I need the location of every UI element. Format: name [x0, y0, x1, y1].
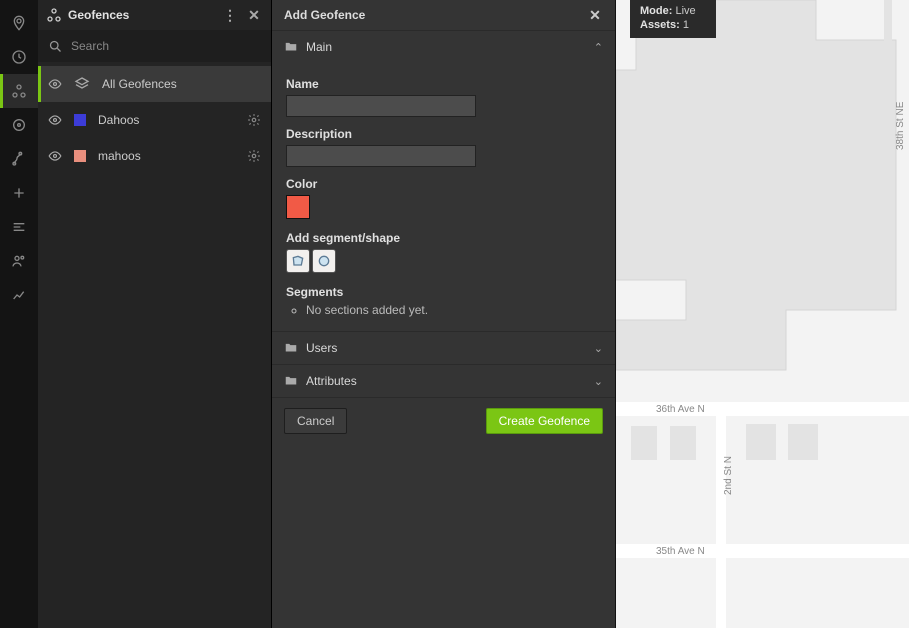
form-close-icon[interactable]: ✕: [587, 7, 603, 24]
add-geofence-panel: Add Geofence ✕ Main ⌃ Name Description C…: [272, 0, 616, 628]
swatch-icon: [74, 150, 86, 162]
form-header: Add Geofence ✕: [272, 0, 615, 30]
section-main-label: Main: [306, 40, 586, 54]
cancel-button[interactable]: Cancel: [284, 408, 347, 434]
mode-label: Mode:: [640, 5, 672, 17]
section-attributes: Attributes ⌄: [272, 364, 615, 397]
label-name: Name: [286, 77, 601, 91]
list-item-label: Dahoos: [98, 113, 235, 127]
folder-icon: [284, 341, 298, 355]
label-description: Description: [286, 127, 601, 141]
geofences-header-icon: [46, 7, 62, 23]
map-svg: [616, 0, 909, 628]
visibility-icon[interactable]: [48, 113, 62, 127]
road-label-36th: 36th Ave N: [656, 404, 705, 415]
section-main-header[interactable]: Main ⌃: [272, 31, 615, 63]
form-title: Add Geofence: [284, 8, 587, 22]
map-canvas[interactable]: Mode: Live Assets: 1 36th Ave N 35th Ave…: [616, 0, 909, 628]
mode-value: Live: [675, 5, 695, 17]
rail-users-icon[interactable]: [0, 244, 38, 278]
rail-history-icon[interactable]: [0, 40, 38, 74]
geofences-sidebar: Geofences ⋮ ✕ All Geofences Dahoos: [38, 0, 272, 628]
create-geofence-button[interactable]: Create Geofence: [486, 408, 603, 434]
rail-target-icon[interactable]: [0, 108, 38, 142]
rail-geofences-icon[interactable]: [0, 74, 38, 108]
list-item-label: All Geofences: [102, 77, 261, 91]
road-label-35th: 35th Ave N: [656, 546, 705, 557]
nav-rail: [0, 0, 38, 628]
list-item-all-geofences[interactable]: All Geofences: [38, 66, 271, 102]
polygon-icon: [290, 253, 306, 269]
rail-pin-icon[interactable]: [0, 6, 38, 40]
list-item-label: mahoos: [98, 149, 235, 163]
form-footer: Cancel Create Geofence: [272, 397, 615, 444]
gear-icon[interactable]: [247, 149, 261, 163]
visibility-icon[interactable]: [48, 77, 62, 91]
folder-icon: [284, 374, 298, 388]
sidebar-title: Geofences: [68, 8, 215, 22]
app-root: Geofences ⋮ ✕ All Geofences Dahoos: [0, 0, 909, 628]
section-users: Users ⌄: [272, 331, 615, 364]
map-status-overlay: Mode: Live Assets: 1: [630, 0, 716, 38]
chevron-down-icon: ⌄: [594, 342, 603, 355]
chevron-down-icon: ⌄: [594, 375, 603, 388]
layers-icon: [74, 76, 90, 92]
swatch-icon: [74, 114, 86, 126]
section-users-header[interactable]: Users ⌄: [272, 332, 615, 364]
search-input[interactable]: [71, 39, 261, 53]
section-users-label: Users: [306, 341, 586, 355]
road-label-38th: 38th St NE: [895, 102, 906, 150]
list-item-geofence[interactable]: Dahoos: [38, 102, 271, 138]
input-name[interactable]: [286, 95, 476, 117]
sidebar-more-icon[interactable]: ⋮: [221, 7, 239, 24]
label-segments: Segments: [286, 285, 601, 299]
segments-list: No sections added yet.: [286, 303, 601, 317]
geofence-list: All Geofences Dahoos mahoos: [38, 62, 271, 628]
assets-label: Assets:: [640, 19, 680, 31]
list-item-geofence[interactable]: mahoos: [38, 138, 271, 174]
section-main-body: Name Description Color Add segment/shape…: [272, 63, 615, 331]
visibility-icon[interactable]: [48, 149, 62, 163]
label-color: Color: [286, 177, 601, 191]
chevron-up-icon: ⌃: [594, 41, 603, 54]
section-main: Main ⌃ Name Description Color Add segmen…: [272, 30, 615, 331]
circle-shape-button[interactable]: [312, 249, 336, 273]
sidebar-close-icon[interactable]: ✕: [245, 7, 263, 24]
road-label-2nd: 2nd St N: [723, 456, 734, 495]
rail-settings-icon[interactable]: [0, 210, 38, 244]
rail-add-icon[interactable]: [0, 176, 38, 210]
assets-value: 1: [683, 19, 689, 31]
folder-icon: [284, 40, 298, 54]
gear-icon[interactable]: [247, 113, 261, 127]
segments-empty-state: No sections added yet.: [306, 303, 601, 317]
section-attributes-header[interactable]: Attributes ⌄: [272, 365, 615, 397]
rail-reports-icon[interactable]: [0, 278, 38, 312]
shape-button-row: [286, 249, 601, 273]
label-add-shape: Add segment/shape: [286, 231, 601, 245]
section-attributes-label: Attributes: [306, 374, 586, 388]
input-description[interactable]: [286, 145, 476, 167]
search-row: [38, 30, 271, 62]
sidebar-header: Geofences ⋮ ✕: [38, 0, 271, 30]
color-picker[interactable]: [286, 195, 310, 219]
polygon-shape-button[interactable]: [286, 249, 310, 273]
circle-icon: [316, 253, 332, 269]
search-icon: [48, 39, 63, 54]
rail-route-icon[interactable]: [0, 142, 38, 176]
